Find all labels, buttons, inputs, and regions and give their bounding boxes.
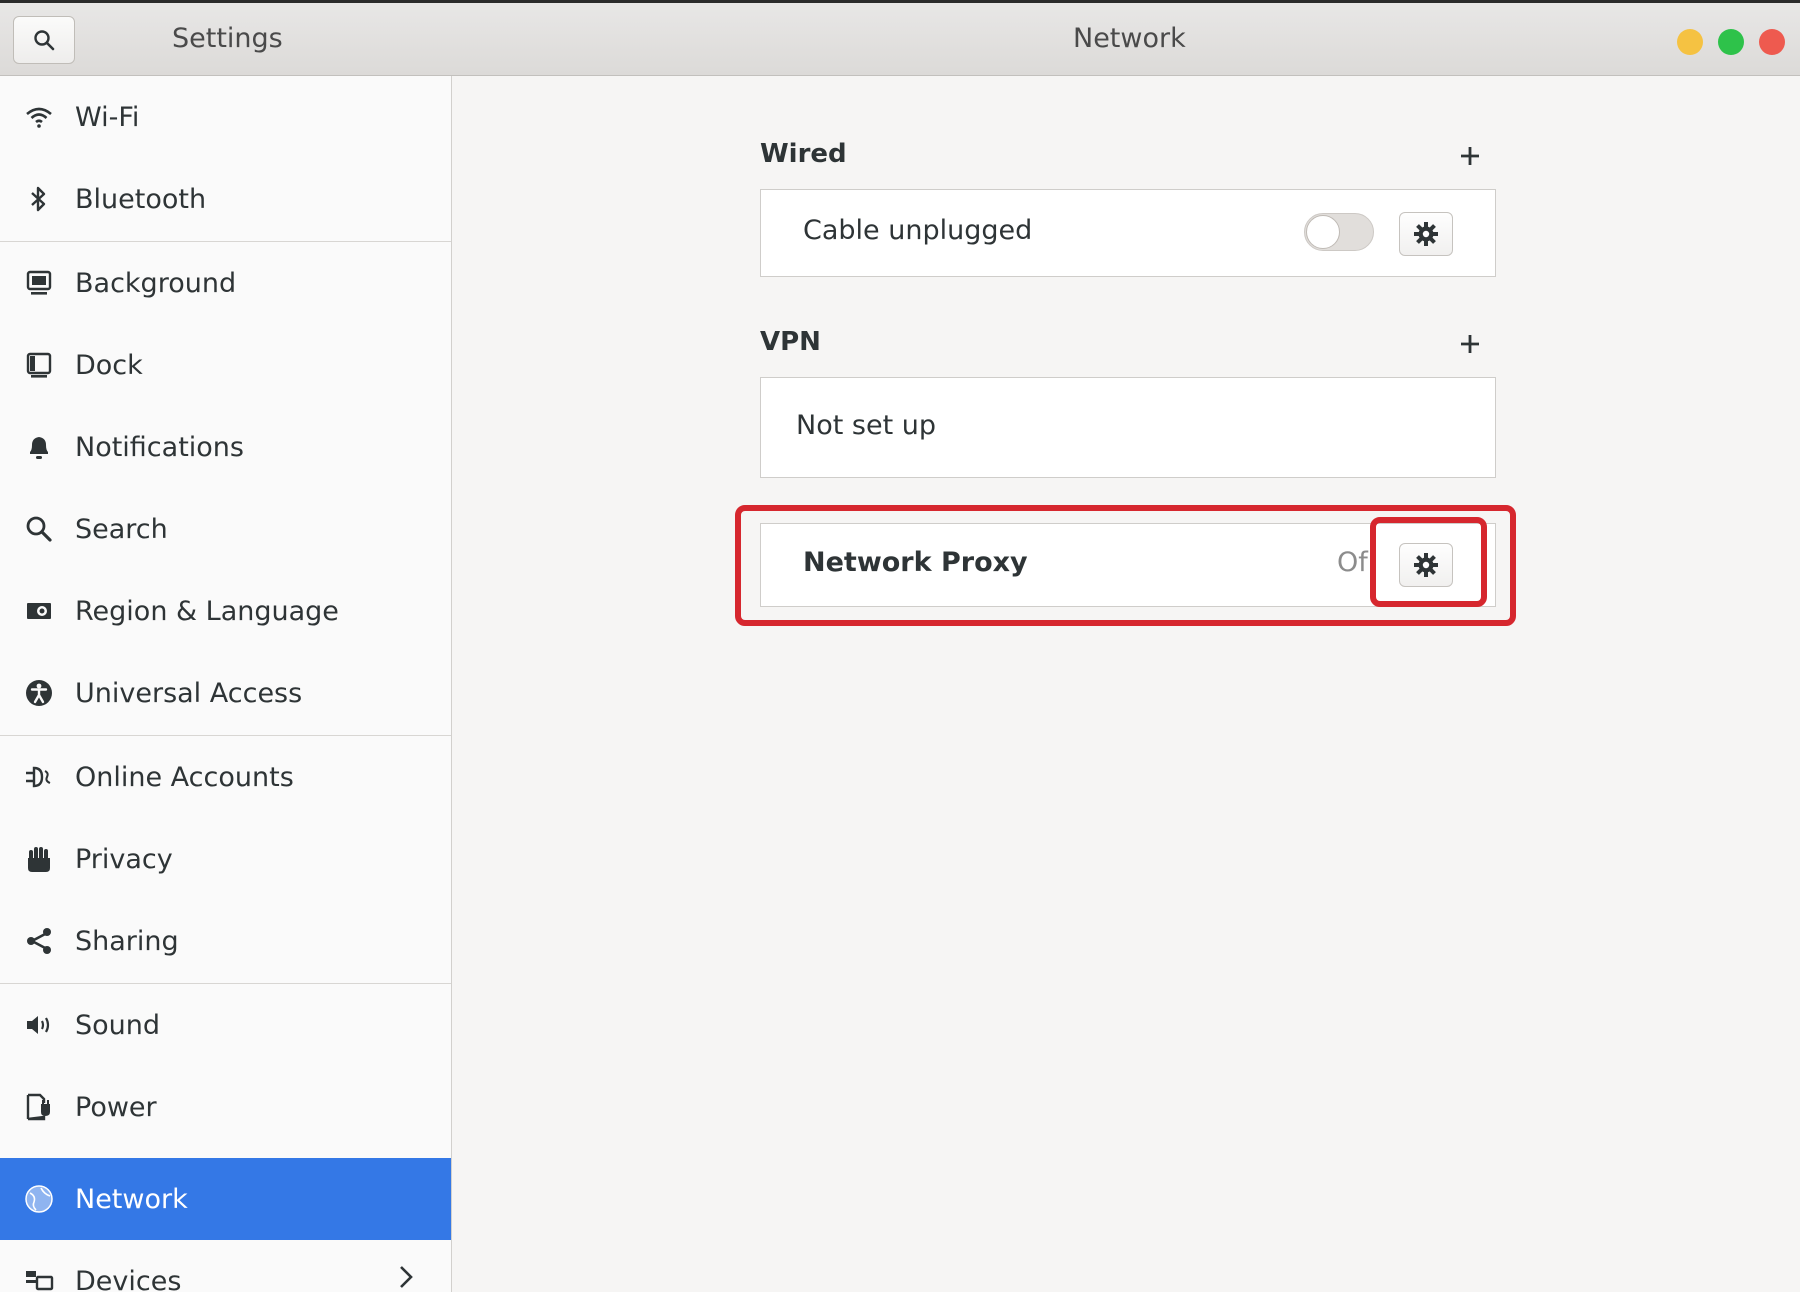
network-proxy-settings-button[interactable] bbox=[1399, 543, 1453, 587]
gear-icon bbox=[1414, 222, 1438, 246]
search-icon bbox=[34, 30, 55, 51]
wired-card: Cable unplugged bbox=[760, 189, 1496, 277]
speaker-icon bbox=[24, 1010, 54, 1040]
sidebar-item-label: Network bbox=[75, 1183, 188, 1215]
power-icon bbox=[24, 1092, 54, 1122]
search-icon bbox=[24, 514, 54, 544]
dock-icon bbox=[24, 350, 54, 380]
plus-icon bbox=[1461, 147, 1479, 165]
devices-icon bbox=[24, 1266, 54, 1292]
sidebar-item-dock[interactable]: Dock bbox=[0, 324, 451, 406]
sidebar-item-label: Bluetooth bbox=[75, 183, 207, 215]
chevron-right-icon bbox=[398, 1264, 414, 1292]
sidebar-item-background[interactable]: Background bbox=[0, 242, 451, 324]
wired-section-title: Wired bbox=[760, 139, 847, 169]
sidebar-item-sound[interactable]: Sound bbox=[0, 984, 451, 1066]
minimize-button[interactable] bbox=[1677, 29, 1703, 55]
sidebar-item-label: Search bbox=[75, 513, 168, 545]
background-icon bbox=[24, 268, 54, 298]
sidebar-item-online-accounts[interactable]: Online Accounts bbox=[0, 736, 451, 818]
vpn-card: Not set up bbox=[760, 377, 1496, 478]
wifi-icon bbox=[24, 102, 54, 132]
sidebar-item-wifi[interactable]: Wi-Fi bbox=[0, 76, 451, 158]
sidebar-item-region-language[interactable]: Region & Language bbox=[0, 570, 451, 652]
sidebar-item-devices[interactable]: Devices bbox=[0, 1240, 451, 1292]
search-button[interactable] bbox=[13, 16, 75, 64]
header-bar: Settings Network bbox=[0, 0, 1800, 76]
wired-status: Cable unplugged bbox=[803, 215, 1033, 246]
sidebar-item-network[interactable]: Network bbox=[0, 1158, 451, 1240]
sidebar-item-label: Devices bbox=[75, 1265, 182, 1292]
online-accounts-icon bbox=[24, 762, 54, 792]
bluetooth-icon bbox=[24, 184, 54, 214]
accessibility-icon bbox=[24, 678, 54, 708]
sidebar-item-label: Background bbox=[75, 267, 237, 299]
network-proxy-status: Of bbox=[1337, 547, 1368, 578]
sidebar-item-label: Sharing bbox=[75, 925, 179, 957]
sidebar-item-label: Region & Language bbox=[75, 595, 339, 627]
region-icon bbox=[24, 596, 54, 626]
sidebar-item-privacy[interactable]: Privacy bbox=[0, 818, 451, 900]
gear-icon bbox=[1414, 553, 1438, 577]
close-button[interactable] bbox=[1759, 29, 1785, 55]
toggle-knob bbox=[1306, 215, 1340, 249]
sidebar-item-label: Notifications bbox=[75, 431, 244, 463]
sidebar-item-label: Privacy bbox=[75, 843, 173, 875]
network-proxy-label: Network Proxy bbox=[803, 547, 1028, 578]
sidebar-item-label: Wi-Fi bbox=[75, 101, 140, 133]
sidebar-item-search[interactable]: Search bbox=[0, 488, 451, 570]
sidebar-item-universal-access[interactable]: Universal Access bbox=[0, 652, 451, 734]
share-icon bbox=[24, 926, 54, 956]
sidebar-item-label: Dock bbox=[75, 349, 143, 381]
sidebar-item-sharing[interactable]: Sharing bbox=[0, 900, 451, 982]
sidebar-item-power[interactable]: Power bbox=[0, 1066, 451, 1148]
vpn-section-title: VPN bbox=[760, 327, 821, 357]
page-title: Network bbox=[1073, 23, 1186, 54]
sidebar-item-bluetooth[interactable]: Bluetooth bbox=[0, 158, 451, 240]
sidebar-item-label: Sound bbox=[75, 1009, 161, 1041]
wired-toggle[interactable] bbox=[1304, 213, 1374, 251]
sidebar: Wi-Fi Bluetooth Background Dock Notifica… bbox=[0, 76, 452, 1292]
sidebar-item-label: Power bbox=[75, 1091, 157, 1123]
plus-icon bbox=[1461, 335, 1479, 353]
app-title: Settings bbox=[172, 23, 283, 54]
hand-icon bbox=[24, 844, 54, 874]
network-icon bbox=[24, 1184, 54, 1214]
vpn-status: Not set up bbox=[796, 410, 936, 441]
sidebar-item-notifications[interactable]: Notifications bbox=[0, 406, 451, 488]
wired-settings-button[interactable] bbox=[1399, 212, 1453, 256]
sidebar-item-label: Universal Access bbox=[75, 677, 303, 709]
network-proxy-row[interactable]: Network Proxy Of bbox=[760, 523, 1496, 607]
add-wired-button[interactable] bbox=[1455, 141, 1485, 171]
add-vpn-button[interactable] bbox=[1455, 329, 1485, 359]
maximize-button[interactable] bbox=[1718, 29, 1744, 55]
sidebar-item-label: Online Accounts bbox=[75, 761, 294, 793]
bell-icon bbox=[24, 432, 54, 462]
